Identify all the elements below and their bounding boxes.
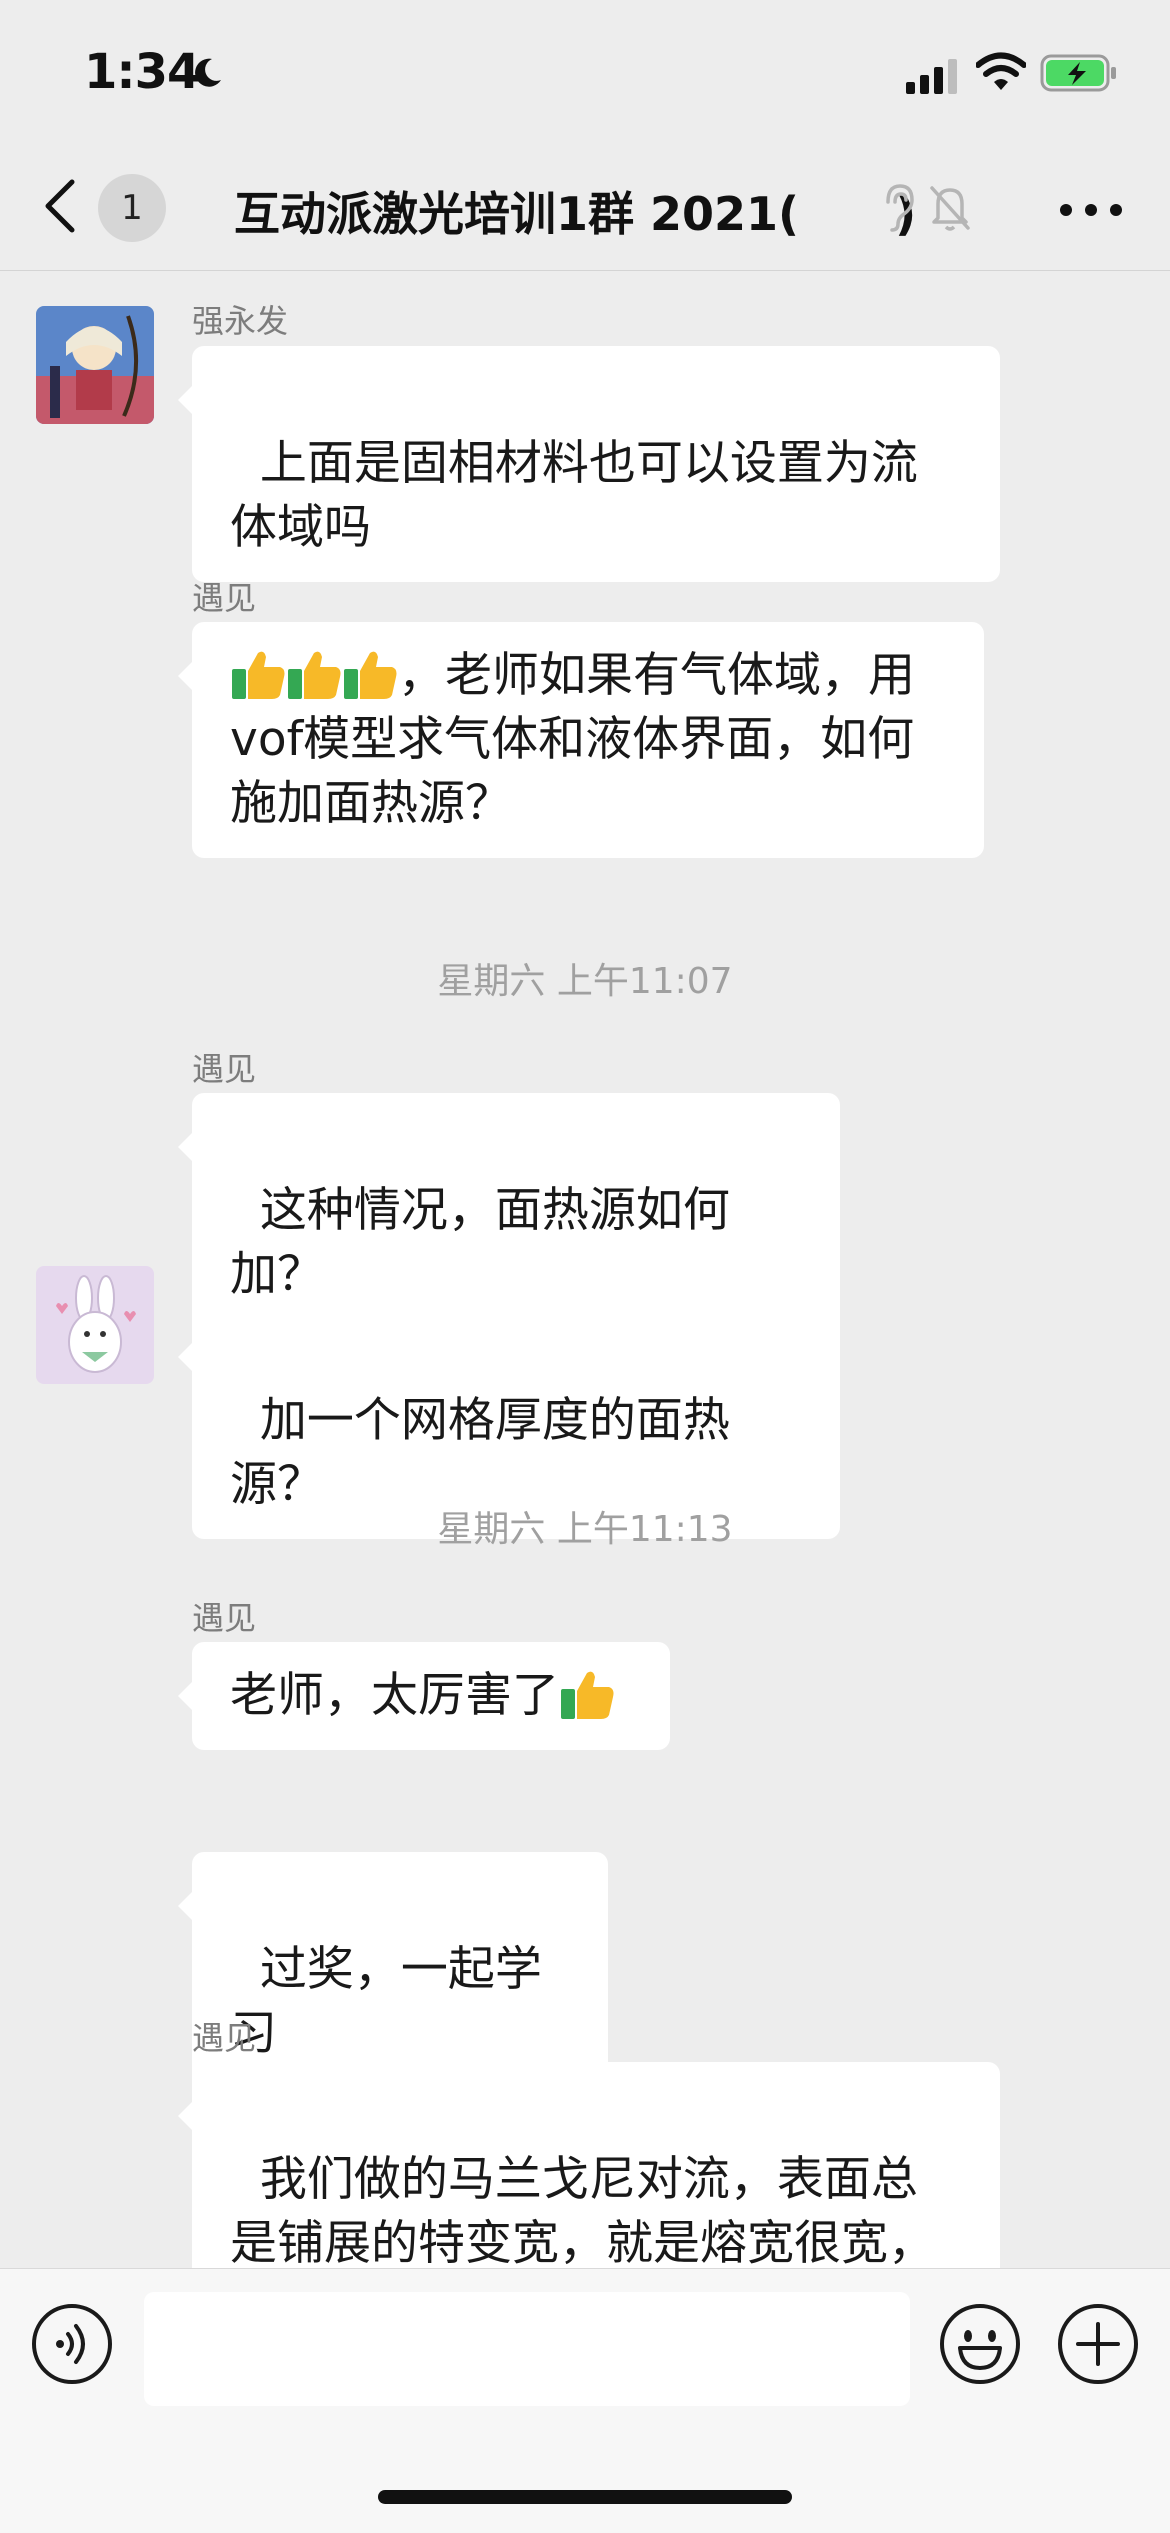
battery-charging-icon	[1040, 54, 1116, 92]
moon-icon	[195, 58, 221, 87]
thumbs-up-icon	[344, 651, 397, 699]
message-bubble[interactable]: 老师，太厉害了	[178, 1642, 670, 1750]
message-text: 上面是固相材料也可以设置为流体域吗	[230, 436, 918, 555]
message-bubble[interactable]: 这种情况，面热源如何加？	[178, 1093, 840, 1329]
cellular-signal-icon	[906, 59, 957, 94]
message-text: 老师，太厉害了	[230, 1668, 559, 1723]
more-dots-icon[interactable]	[1056, 200, 1126, 220]
home-indicator	[378, 2490, 792, 2504]
message-text: 过奖，一起学习	[230, 1942, 542, 2061]
plus-circle-icon[interactable]	[1056, 2302, 1140, 2386]
status-time: 1:34	[84, 44, 200, 100]
unread-count-badge[interactable]: 1	[98, 174, 166, 242]
thumbs-up-icon	[288, 651, 341, 699]
bell-slash-icon	[930, 186, 970, 231]
message-bubble[interactable]: 上面是固相材料也可以设置为流体域吗	[178, 346, 1000, 582]
message-sender: 遇见	[192, 579, 257, 617]
rabbit-avatar[interactable]	[36, 1266, 154, 1384]
thumbs-up-icon	[232, 651, 285, 699]
anime-girl-avatar[interactable]	[36, 306, 154, 424]
message-sender: 遇见	[192, 1599, 257, 1637]
message-bubble[interactable]: 我们做的马兰戈尼对流，表面总是铺展的特变宽，就是熔宽很宽，	[178, 2062, 1000, 2298]
message-bubble[interactable]: ，老师如果有气体域，用vof模型求气体和液体界面，如何施加面热源？	[178, 622, 984, 858]
timestamp-divider: 星期六 上午11:07	[437, 961, 733, 1002]
status-bar: 1:34	[0, 0, 1170, 150]
message-sender: 强永发	[192, 302, 289, 340]
message-text: 加一个网格厚度的面热源？	[230, 1393, 730, 1512]
chat-title: 互动派激光培训1群 2021( )	[234, 187, 917, 241]
smiley-icon[interactable]	[938, 2302, 1022, 2386]
message-sender: 遇见	[192, 2019, 257, 2057]
timestamp-divider: 星期六 上午11:13	[437, 1509, 733, 1550]
ear-icon	[886, 184, 914, 232]
voice-icon[interactable]	[30, 2302, 114, 2386]
wifi-icon	[976, 52, 1026, 90]
message-input[interactable]	[144, 2292, 910, 2406]
header-divider	[0, 270, 1170, 271]
thumbs-up-icon	[561, 1671, 614, 1719]
message-text: 我们做的马兰戈尼对流，表面总是铺展的特变宽，就是熔宽很宽，	[230, 2152, 935, 2271]
chevron-left-icon[interactable]	[40, 178, 80, 234]
message-sender: 遇见	[192, 1050, 257, 1088]
message-text: 这种情况，面热源如何加？	[230, 1183, 730, 1302]
